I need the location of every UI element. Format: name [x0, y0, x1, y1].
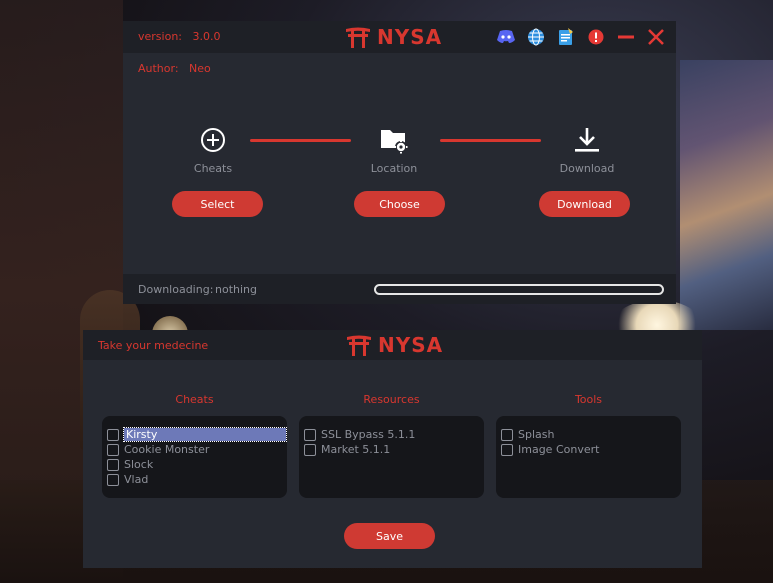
download-progress-bar — [374, 284, 664, 295]
checkbox-label: Splash — [518, 428, 555, 441]
status-bar: Downloading: nothing — [123, 274, 676, 304]
cheats-list: Kirsty Cookie Monster Slock Vlad — [102, 416, 287, 498]
checkbox[interactable] — [107, 428, 119, 441]
tagline: Take your medecine — [98, 339, 209, 352]
checkbox-label: Kirsty — [123, 427, 287, 442]
checkbox[interactable] — [501, 428, 513, 441]
folder-gear-icon — [334, 124, 454, 156]
checkbox[interactable] — [107, 443, 119, 456]
checkbox-item[interactable]: Vlad — [102, 472, 287, 487]
checkbox[interactable] — [304, 443, 316, 456]
version-info: version: 3.0.0 — [138, 30, 221, 43]
version-label: version: — [138, 30, 182, 43]
torii-icon — [347, 335, 371, 356]
step-connector — [440, 139, 541, 142]
step-label-cheats: Cheats — [193, 162, 233, 175]
discord-icon[interactable] — [496, 27, 516, 47]
download-icon — [527, 124, 647, 156]
version-value: 3.0.0 — [192, 30, 221, 43]
checkbox-item[interactable]: Kirsty — [102, 427, 287, 442]
status-value: nothing — [215, 283, 257, 296]
app-logo: NYSA — [346, 333, 443, 357]
choose-button[interactable]: Choose — [354, 191, 445, 217]
save-button[interactable]: Save — [344, 523, 435, 549]
author-label: Author: — [138, 62, 179, 75]
column-title-tools: Tools — [574, 393, 603, 406]
checkbox-label: SSL Bypass 5.1.1 — [321, 428, 416, 441]
author-value: Neo — [189, 62, 211, 75]
alert-icon[interactable] — [586, 27, 606, 47]
column-title-cheats: Cheats — [175, 393, 214, 406]
notes-icon[interactable] — [556, 27, 576, 47]
download-button[interactable]: Download — [539, 191, 630, 217]
select-button[interactable]: Select — [172, 191, 263, 217]
close-icon[interactable] — [646, 27, 666, 47]
checkbox-label: Vlad — [124, 473, 149, 486]
wallpaper-window — [680, 60, 773, 330]
step-label-location: Location — [370, 162, 418, 175]
checkbox-item[interactable]: SSL Bypass 5.1.1 — [299, 427, 484, 442]
checkbox-label: Cookie Monster — [124, 443, 210, 456]
author-info: Author: Neo — [138, 62, 211, 75]
checkbox-label: Slock — [124, 458, 154, 471]
app-logo: NYSA — [345, 25, 442, 49]
resources-list: SSL Bypass 5.1.1 Market 5.1.1 — [299, 416, 484, 498]
step-download: Download — [527, 124, 647, 175]
status-label: Downloading: — [138, 283, 214, 296]
minimize-icon[interactable] — [616, 27, 636, 47]
checkbox-item[interactable]: Cookie Monster — [102, 442, 287, 457]
app-name: NYSA — [377, 25, 443, 49]
globe-icon[interactable] — [526, 27, 546, 47]
checkbox-item[interactable]: Splash — [496, 427, 681, 442]
checkbox[interactable] — [304, 428, 316, 441]
checkbox-item[interactable]: Slock — [102, 457, 287, 472]
step-cheats: Cheats — [153, 124, 273, 175]
title-bar[interactable]: Take your medecine NYSA — [83, 330, 702, 360]
step-label-download: Download — [559, 162, 615, 175]
checkbox[interactable] — [107, 458, 119, 471]
checkbox[interactable] — [501, 443, 513, 456]
checkbox-item[interactable]: Market 5.1.1 — [299, 442, 484, 457]
checkbox[interactable] — [107, 473, 119, 486]
column-title-resources: Resources — [363, 393, 420, 406]
app-name: NYSA — [378, 333, 444, 357]
title-bar-icons — [496, 27, 666, 47]
checkbox-item[interactable]: Image Convert — [496, 442, 681, 457]
torii-icon — [346, 27, 370, 48]
checkbox-label: Market 5.1.1 — [321, 443, 391, 456]
checkbox-label: Image Convert — [518, 443, 600, 456]
title-bar[interactable]: version: 3.0.0 NYSA — [123, 21, 676, 53]
tools-list: Splash Image Convert — [496, 416, 681, 498]
downloader-window: version: 3.0.0 NYSA Author: Neo Cheats L… — [123, 21, 676, 304]
step-location: Location — [334, 124, 454, 175]
config-window: Take your medecine NYSA Cheats Resources… — [83, 330, 702, 568]
